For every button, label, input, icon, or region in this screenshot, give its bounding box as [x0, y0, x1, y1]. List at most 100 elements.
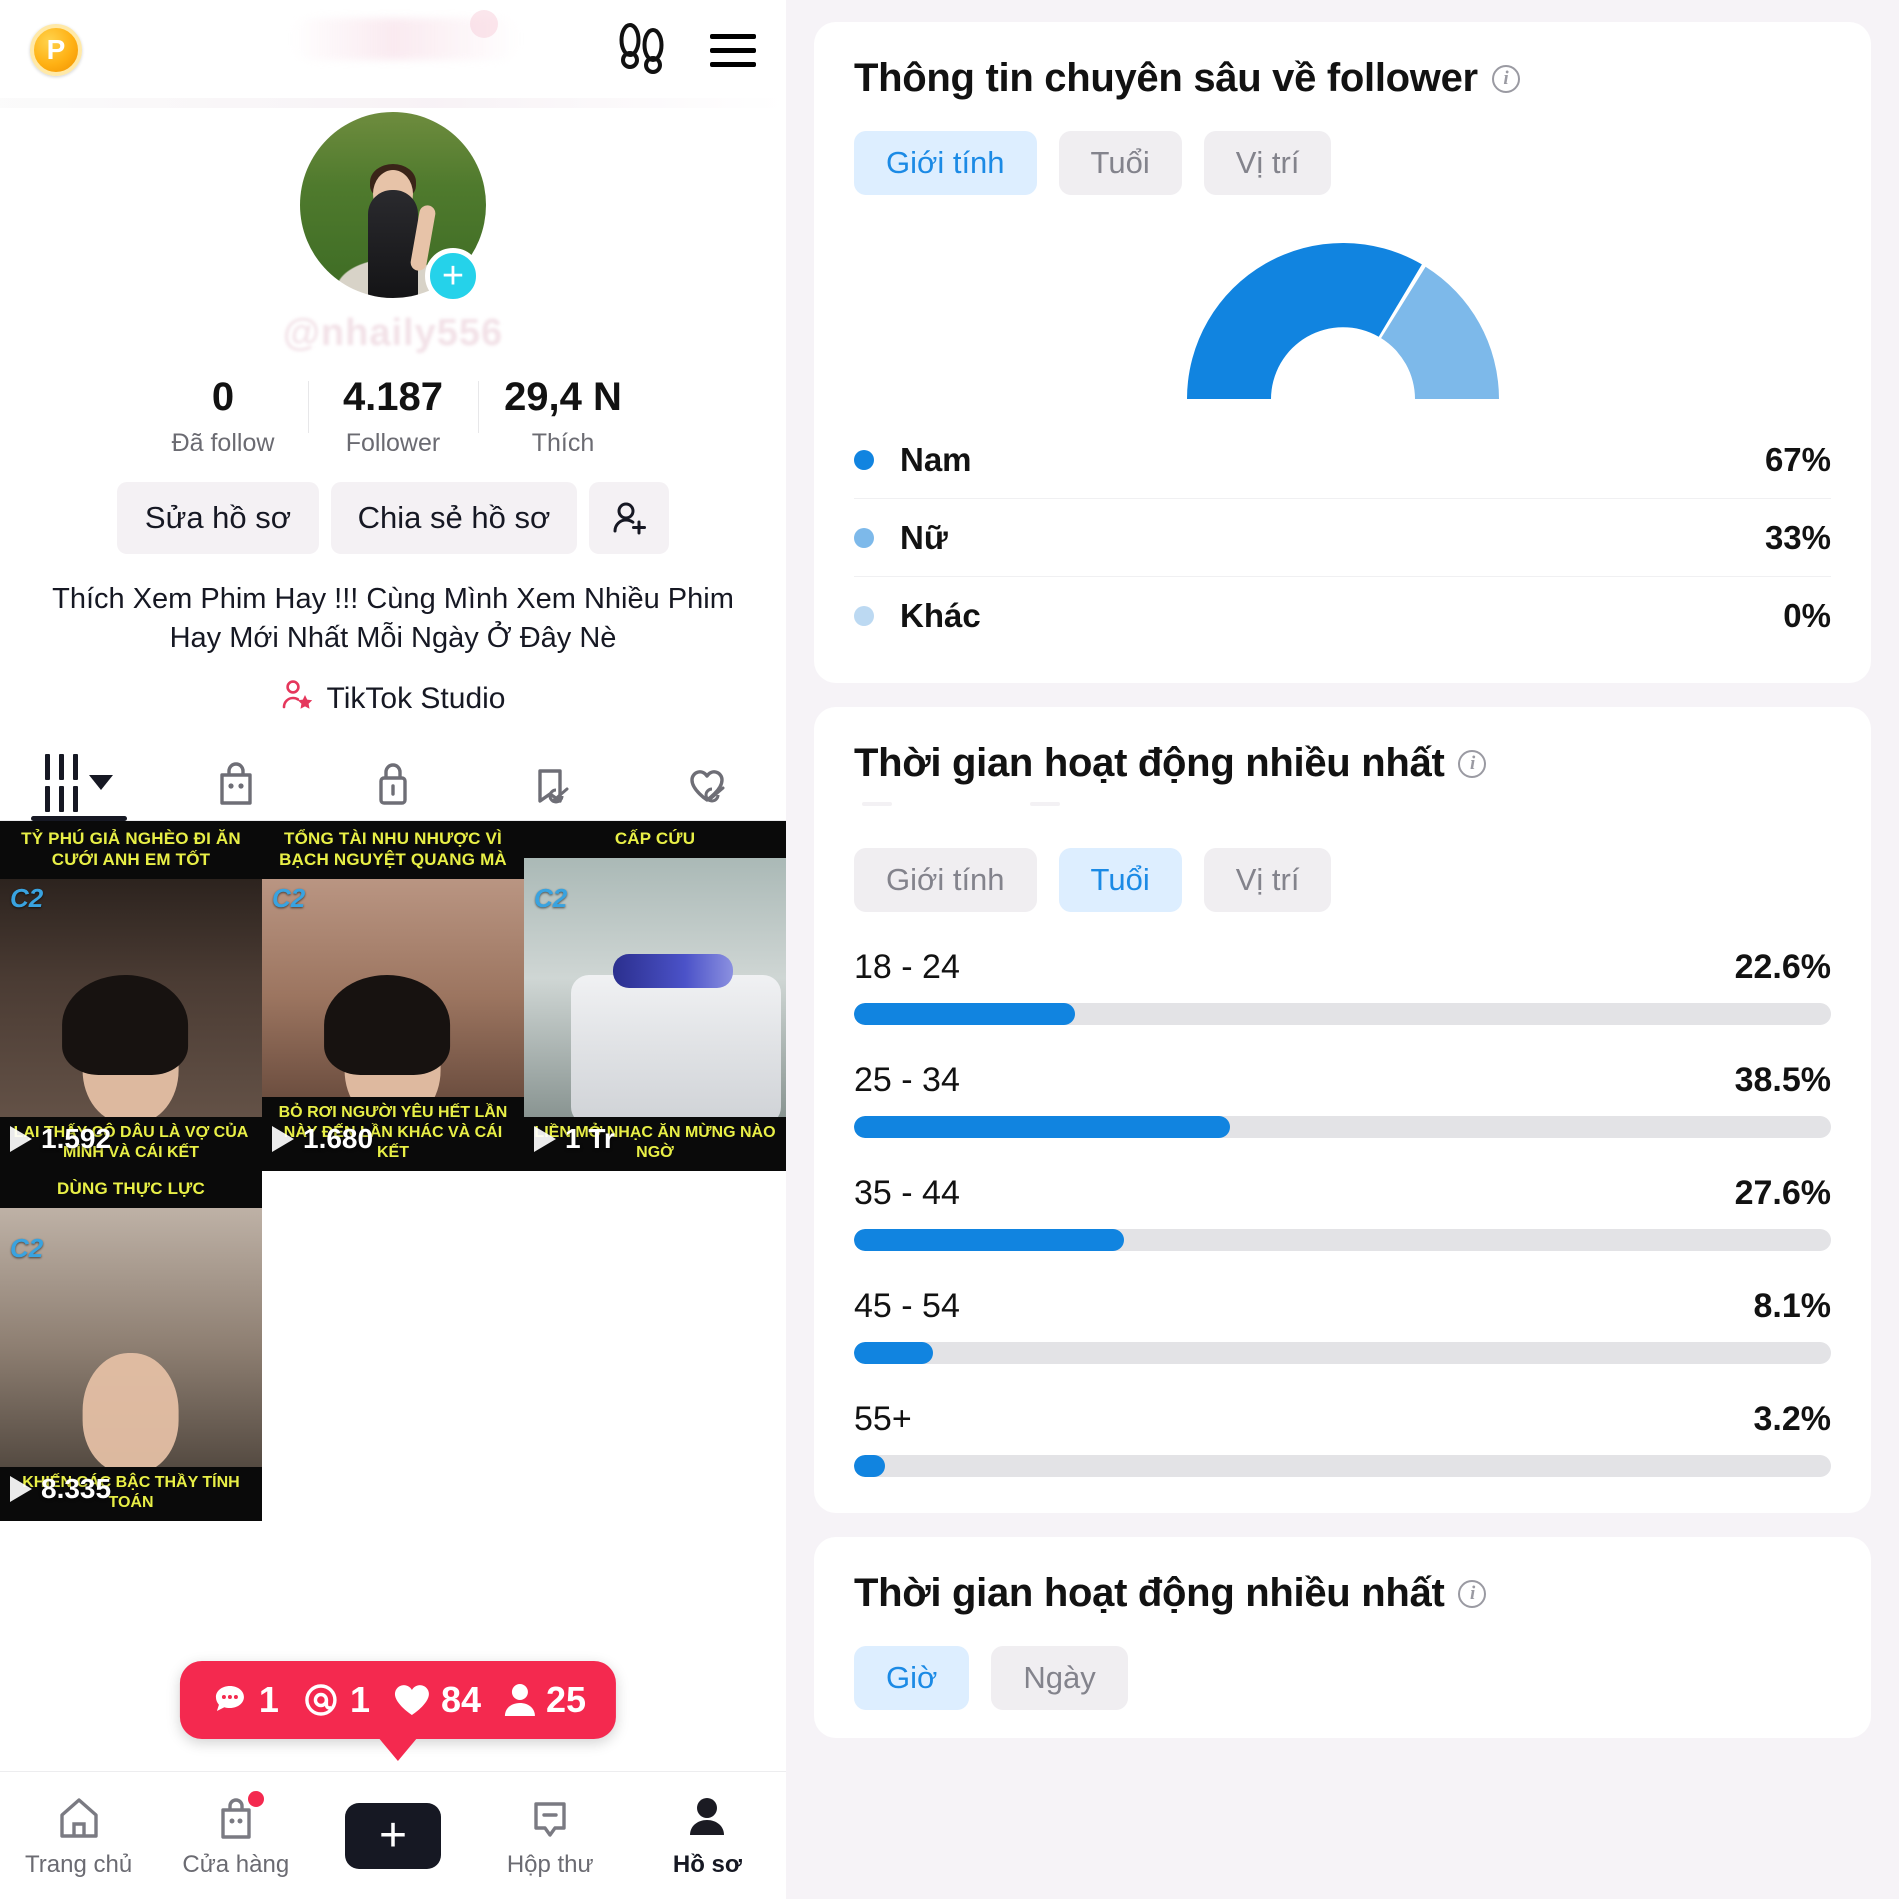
nav-inbox[interactable]: Hộp thư: [472, 1793, 629, 1879]
segment-gioi-tinh[interactable]: Giới tính: [854, 131, 1037, 195]
chevron-down-icon: [88, 775, 113, 791]
legend-row: Khác 0%: [854, 577, 1831, 655]
nav-home[interactable]: Trang chủ: [0, 1793, 157, 1879]
video-thumbnail[interactable]: TỔNG TÀI NHU NHƯỢC VÌ BẠCH NGUYỆT QUANG …: [262, 820, 524, 1171]
stat-label: Thích: [531, 429, 595, 457]
bar-value: 38.5%: [1734, 1061, 1831, 1099]
person-icon: [505, 1684, 536, 1716]
thumb-figure: [82, 1352, 179, 1473]
info-icon[interactable]: i: [1458, 749, 1487, 778]
video-grid: TỶ PHÚ GIẢ NGHÈO ĐI ĂN CƯỚI ANH EM TỐT C…: [0, 820, 786, 1521]
video-thumbnail[interactable]: DÙNG THỰC LỰC C2 KHIẾN CÁC BẬC THẦY TÍNH…: [0, 1170, 262, 1521]
notification-badge: [248, 1790, 265, 1807]
bar-fill: [854, 1116, 1231, 1138]
view-count-value: 1.680: [303, 1122, 374, 1154]
legend-row: Nam 67%: [854, 421, 1831, 499]
bar-row: 55+ 3.2%: [854, 1400, 1831, 1477]
view-count: 1.680: [272, 1123, 373, 1155]
username: @nhaily556: [282, 312, 504, 354]
legend-label: Nữ: [900, 518, 948, 556]
tab-posts[interactable]: [0, 746, 157, 821]
segment-gioi-tinh[interactable]: Giới tính: [854, 848, 1037, 912]
lock-private-icon: [379, 763, 407, 805]
video-caption-top: TỶ PHÚ GIẢ NGHÈO ĐI ĂN CƯỚI ANH EM TỐT: [0, 820, 262, 880]
grid-empty-space: [262, 1170, 786, 1521]
stat-followers[interactable]: 4.187 Follower: [308, 375, 478, 458]
bar-value: 3.2%: [1753, 1400, 1832, 1438]
edit-profile-button[interactable]: Sửa hồ sơ: [117, 482, 319, 554]
avatar-body: [368, 190, 418, 298]
nav-profile[interactable]: Hồ sơ: [629, 1793, 786, 1879]
nav-label: Hộp thư: [506, 1850, 594, 1878]
toast-followers-count: 25: [546, 1679, 587, 1720]
age-bar-chart: 18 - 24 22.6% 25 - 34 38.5% 35 - 44 27.6…: [854, 948, 1831, 1477]
share-profile-button[interactable]: Chia sẻ hồ sơ: [331, 482, 577, 554]
activity-toast[interactable]: 1 1 84 25: [179, 1661, 617, 1761]
card-title-text: Thời gian hoạt động nhiều nhất: [854, 741, 1445, 785]
tab-liked-hidden[interactable]: [629, 746, 786, 820]
info-icon[interactable]: i: [1491, 64, 1520, 93]
tab-shop[interactable]: [157, 746, 314, 820]
comment-icon: [215, 1686, 244, 1711]
stat-likes[interactable]: 29,4 N Thích: [478, 375, 648, 458]
bar-track: [854, 1455, 1831, 1477]
points-coin-icon[interactable]: P: [30, 24, 82, 76]
toast-comments-count: 1: [258, 1679, 279, 1720]
segment-gio[interactable]: Giờ: [854, 1646, 970, 1710]
hamburger-menu-icon[interactable]: [710, 33, 756, 67]
segment-vi-tri[interactable]: Vị trí: [1203, 131, 1332, 195]
info-icon[interactable]: i: [1458, 1579, 1487, 1608]
nav-shop[interactable]: Cửa hàng: [157, 1790, 314, 1879]
video-thumbnail[interactable]: CẤP CỨU C2 LIỀN MỞ NHẠC ĂN MỪNG NÀO NGỜ …: [524, 820, 786, 1171]
create-plus-icon[interactable]: +: [336, 1802, 450, 1869]
card-title-text: Thông tin chuyên sâu về follower: [854, 56, 1478, 100]
studio-star-person-icon: [281, 678, 315, 720]
legend-color-swatch: [854, 606, 874, 626]
most-active-time-age-card: Thời gian hoạt động nhiều nhất i Giới tí…: [814, 707, 1871, 1513]
add-user-icon[interactable]: [589, 482, 669, 554]
plus-icon[interactable]: +: [425, 248, 481, 304]
toast-tail: [378, 1737, 418, 1761]
nav-create[interactable]: +: [314, 1802, 471, 1869]
tab-private[interactable]: [314, 746, 471, 820]
view-count: 1 Tr: [534, 1123, 615, 1155]
segment-vi-tri[interactable]: Vị trí: [1203, 848, 1332, 912]
footsteps-icon[interactable]: [616, 21, 668, 80]
bar-row: 45 - 54 8.1%: [854, 1287, 1831, 1364]
profile-person-icon: [690, 1797, 725, 1835]
view-count-value: 8.335: [41, 1472, 112, 1504]
segment-tuoi[interactable]: Tuổi: [1058, 131, 1182, 195]
header-divider: [0, 98, 786, 108]
tiktok-studio-link[interactable]: TikTok Studio: [0, 678, 786, 720]
toast-mentions-count: 1: [349, 1679, 370, 1720]
stat-following[interactable]: 0 Đã follow: [138, 375, 308, 458]
play-icon: [10, 1125, 32, 1152]
profile-bio: Thích Xem Phim Hay !!! Cùng Mình Xem Nhi…: [52, 583, 734, 654]
segment-ngay[interactable]: Ngày: [991, 1646, 1128, 1710]
view-count-value: 1 Tr: [565, 1122, 615, 1154]
legend-color-swatch: [854, 527, 874, 548]
studio-label: TikTok Studio: [326, 681, 506, 715]
legend-row: Nữ 33%: [854, 499, 1831, 577]
nav-label: Trang chủ: [25, 1850, 133, 1878]
toast-mentions: 1: [301, 1679, 370, 1721]
profile-stats: 0 Đã follow 4.187 Follower 29,4 N Thích: [0, 375, 786, 458]
stat-label: Đã follow: [171, 429, 275, 457]
segment-control: Giới tính Tuổi Vị trí: [854, 848, 1831, 912]
scroll-artifact: [854, 792, 1831, 818]
watermark: C2: [10, 882, 44, 913]
legend-label: Khác: [900, 597, 981, 634]
watermark: C2: [534, 882, 568, 913]
card-title-text: Thời gian hoạt động nhiều nhất: [854, 1571, 1445, 1615]
segment-tuoi[interactable]: Tuổi: [1058, 848, 1182, 912]
video-thumbnail[interactable]: TỶ PHÚ GIẢ NGHÈO ĐI ĂN CƯỚI ANH EM TỐT C…: [0, 820, 262, 1171]
plus-glyph: +: [378, 1808, 408, 1862]
content-tabs: [0, 746, 786, 821]
tab-saved-hidden[interactable]: [472, 746, 629, 820]
bar-value: 27.6%: [1734, 1174, 1831, 1212]
video-caption-top: DÙNG THỰC LỰC: [0, 1170, 262, 1208]
bar-row: 25 - 34 38.5%: [854, 1061, 1831, 1138]
heart-hidden-icon: [690, 769, 725, 803]
thumb-vehicle-light: [613, 953, 734, 988]
follower-insights-card: Thông tin chuyên sâu về follower i Giới …: [814, 22, 1871, 683]
